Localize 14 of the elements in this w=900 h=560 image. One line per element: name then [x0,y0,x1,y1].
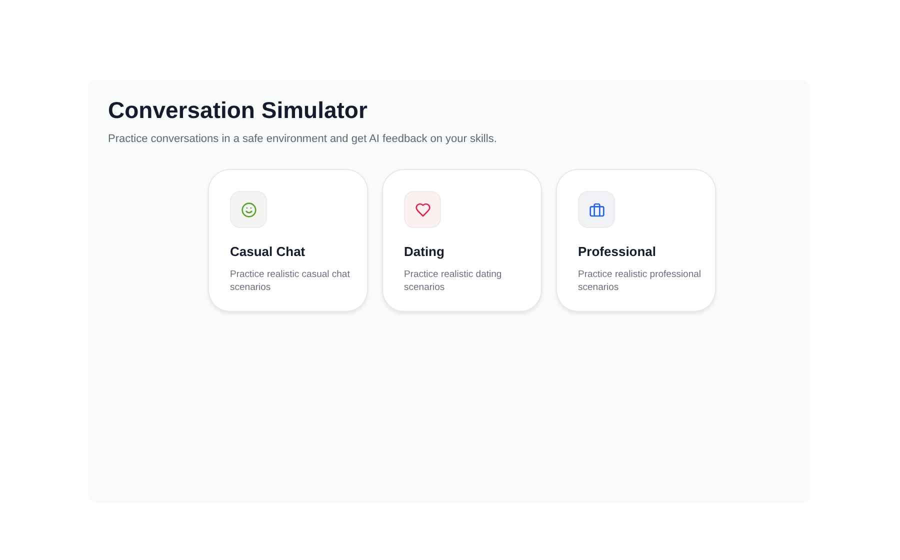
card-description: Practice realistic casual chat scenarios [230,268,351,294]
card-description: Practice realistic professional scenarios [578,268,702,294]
smiley-icon [240,202,256,218]
heart-icon [414,202,430,218]
page-subtitle: Practice conversations in a safe environment and get AI feedback on your skills. [108,132,498,147]
mode-card[interactable]: Casual Chat Practice realistic casual chat scenarios [208,169,368,312]
page-title: Conversation Simulator [108,96,368,125]
card-title: Casual Chat [230,243,306,262]
briefcase-icon [588,202,604,218]
mode-card[interactable]: Dating Practice realistic dating scenarios [382,169,542,312]
card-title: Dating [404,243,446,262]
card-title: Professional [578,243,658,262]
mode-card[interactable]: Professional Practice realistic professional scenarios [556,169,716,312]
card-description: Practice realistic dating scenarios [404,268,503,294]
